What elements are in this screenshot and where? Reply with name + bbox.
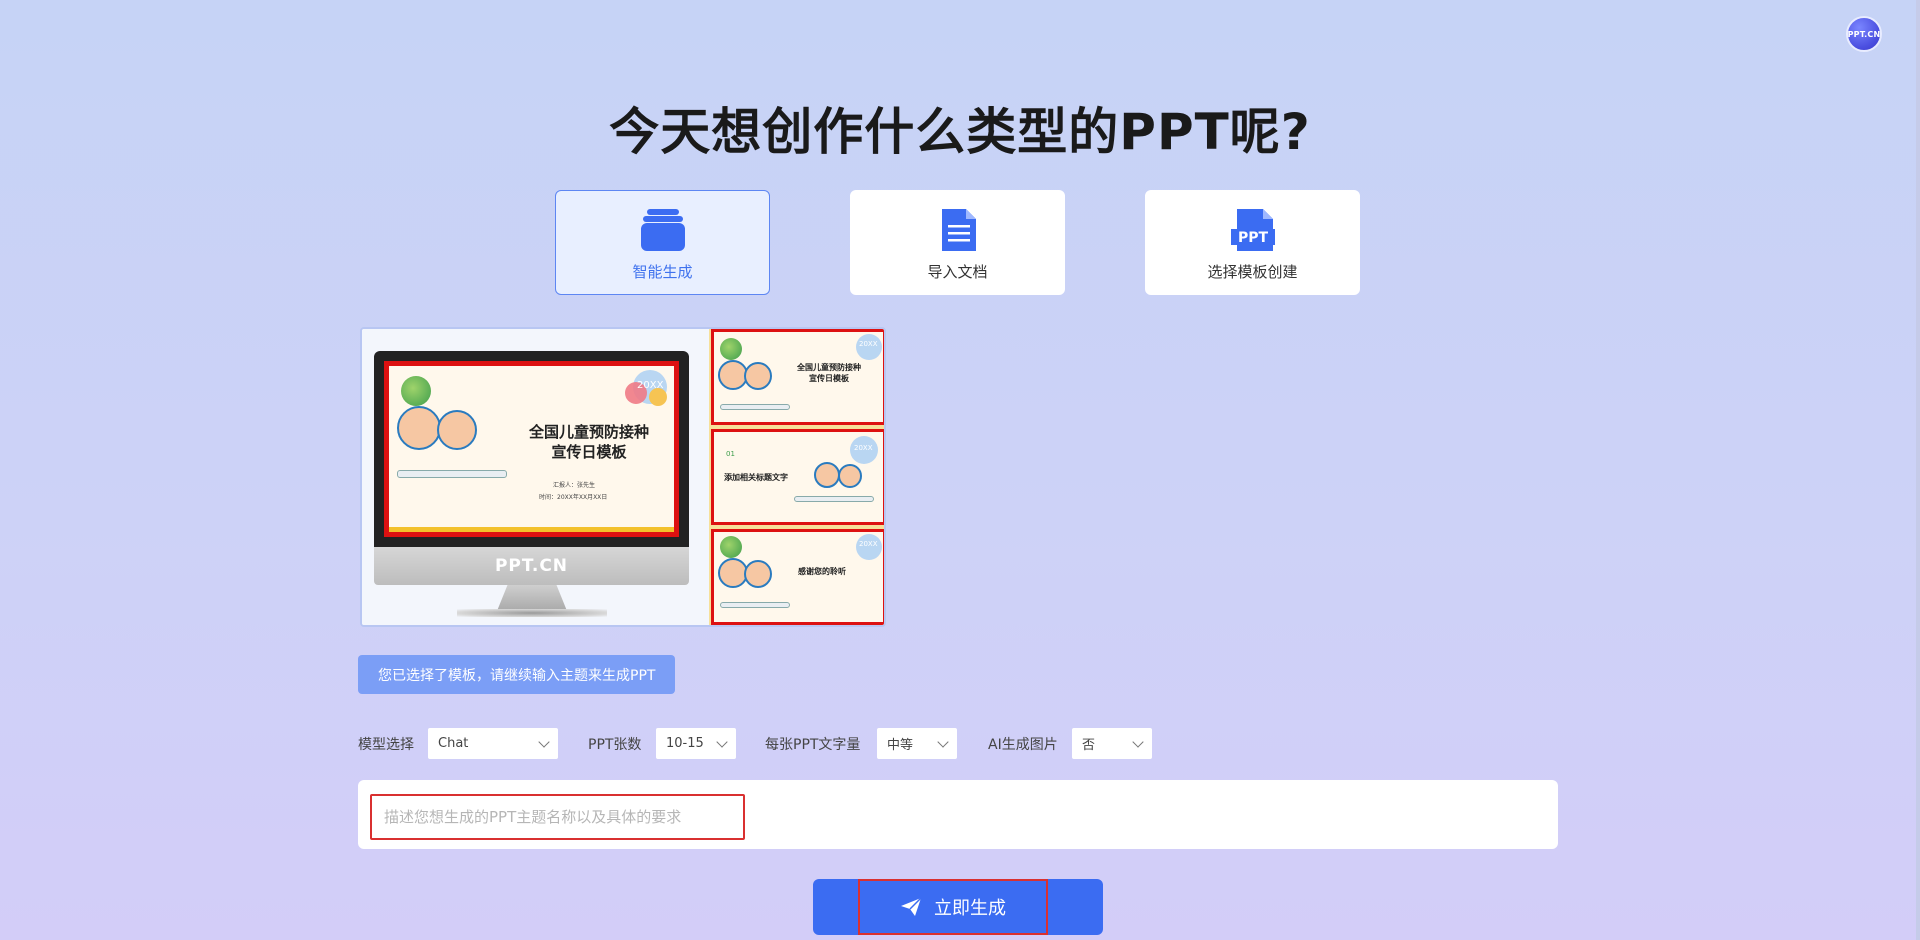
page-title: 今天想创作什么类型的PPT呢? (609, 103, 1311, 161)
template-preview[interactable]: 20XX 全国儿童预防接种 宣传日模板 汇报人：张先生 时间：20XX年XX月X… (360, 327, 886, 627)
model-select[interactable]: Chat (428, 728, 558, 759)
text-amount-value: 中等 (887, 738, 914, 753)
svg-text:PPT: PPT (1237, 230, 1268, 246)
template-thumbnails: 20XX 全国儿童预防接种 宣传日模板 01 添加相关标题文字 20XX 20X… (709, 329, 884, 625)
send-icon (901, 897, 922, 916)
mode-import-document[interactable]: 导入文档 (850, 190, 1065, 295)
template-selected-hint: 您已选择了模板，请继续输入主题来生成PPT (358, 655, 676, 694)
ai-image-value: 否 (1082, 738, 1096, 753)
thumbnail-cover: 20XX 全国儿童预防接种 宣传日模板 (711, 329, 884, 425)
generate-button-label: 立即生成 (934, 898, 1006, 919)
slide-count-label: PPT张数 (588, 737, 642, 753)
user-avatar[interactable]: PPT.CN (1846, 16, 1882, 52)
slide-meta: 汇报人：张先生 时间：20XX年XX月XX日 (539, 482, 608, 501)
slide-count-value: 10-15 (666, 736, 704, 751)
chevron-down-icon (1132, 736, 1144, 748)
prompt-input[interactable] (370, 794, 745, 840)
model-select-label: 模型选择 (358, 737, 414, 753)
text-amount-label: 每张PPT文字量 (765, 737, 861, 753)
chevron-down-icon (937, 736, 949, 748)
monitor-brand: PPT.CN (374, 547, 689, 585)
chevron-down-icon (538, 736, 550, 748)
thumbnail-thanks: 20XX 感谢您的聆听 (711, 529, 884, 625)
thumbnail-section: 01 添加相关标题文字 20XX (711, 429, 884, 525)
stack-icon (640, 209, 685, 251)
document-icon (941, 209, 976, 251)
page-scrollbar[interactable] (1916, 0, 1920, 940)
slide-badge: 20XX (637, 380, 664, 391)
text-amount-select[interactable]: 中等 (877, 728, 957, 759)
mode-smart-generate-label: 智能生成 (632, 263, 693, 281)
ppt-file-icon: PPT (1230, 209, 1275, 251)
model-select-value: Chat (438, 736, 469, 751)
ai-image-select[interactable]: 否 (1072, 728, 1152, 759)
mode-template-create-label: 选择模板创建 (1207, 263, 1298, 281)
generate-button[interactable]: 立即生成 (813, 879, 1103, 935)
ai-image-label: AI生成图片 (988, 737, 1058, 753)
mode-template-create[interactable]: PPT 选择模板创建 (1145, 190, 1360, 295)
prompt-container (358, 780, 1558, 849)
slide-count-select[interactable]: 10-15 (656, 728, 736, 759)
mode-smart-generate[interactable]: 智能生成 (555, 190, 770, 295)
slide-title: 全国儿童预防接种 宣传日模板 (528, 423, 649, 461)
monitor-mockup: 20XX 全国儿童预防接种 宣传日模板 汇报人：张先生 时间：20XX年XX月X… (362, 329, 709, 625)
chevron-down-icon (716, 736, 728, 748)
mode-import-document-label: 导入文档 (927, 263, 988, 281)
